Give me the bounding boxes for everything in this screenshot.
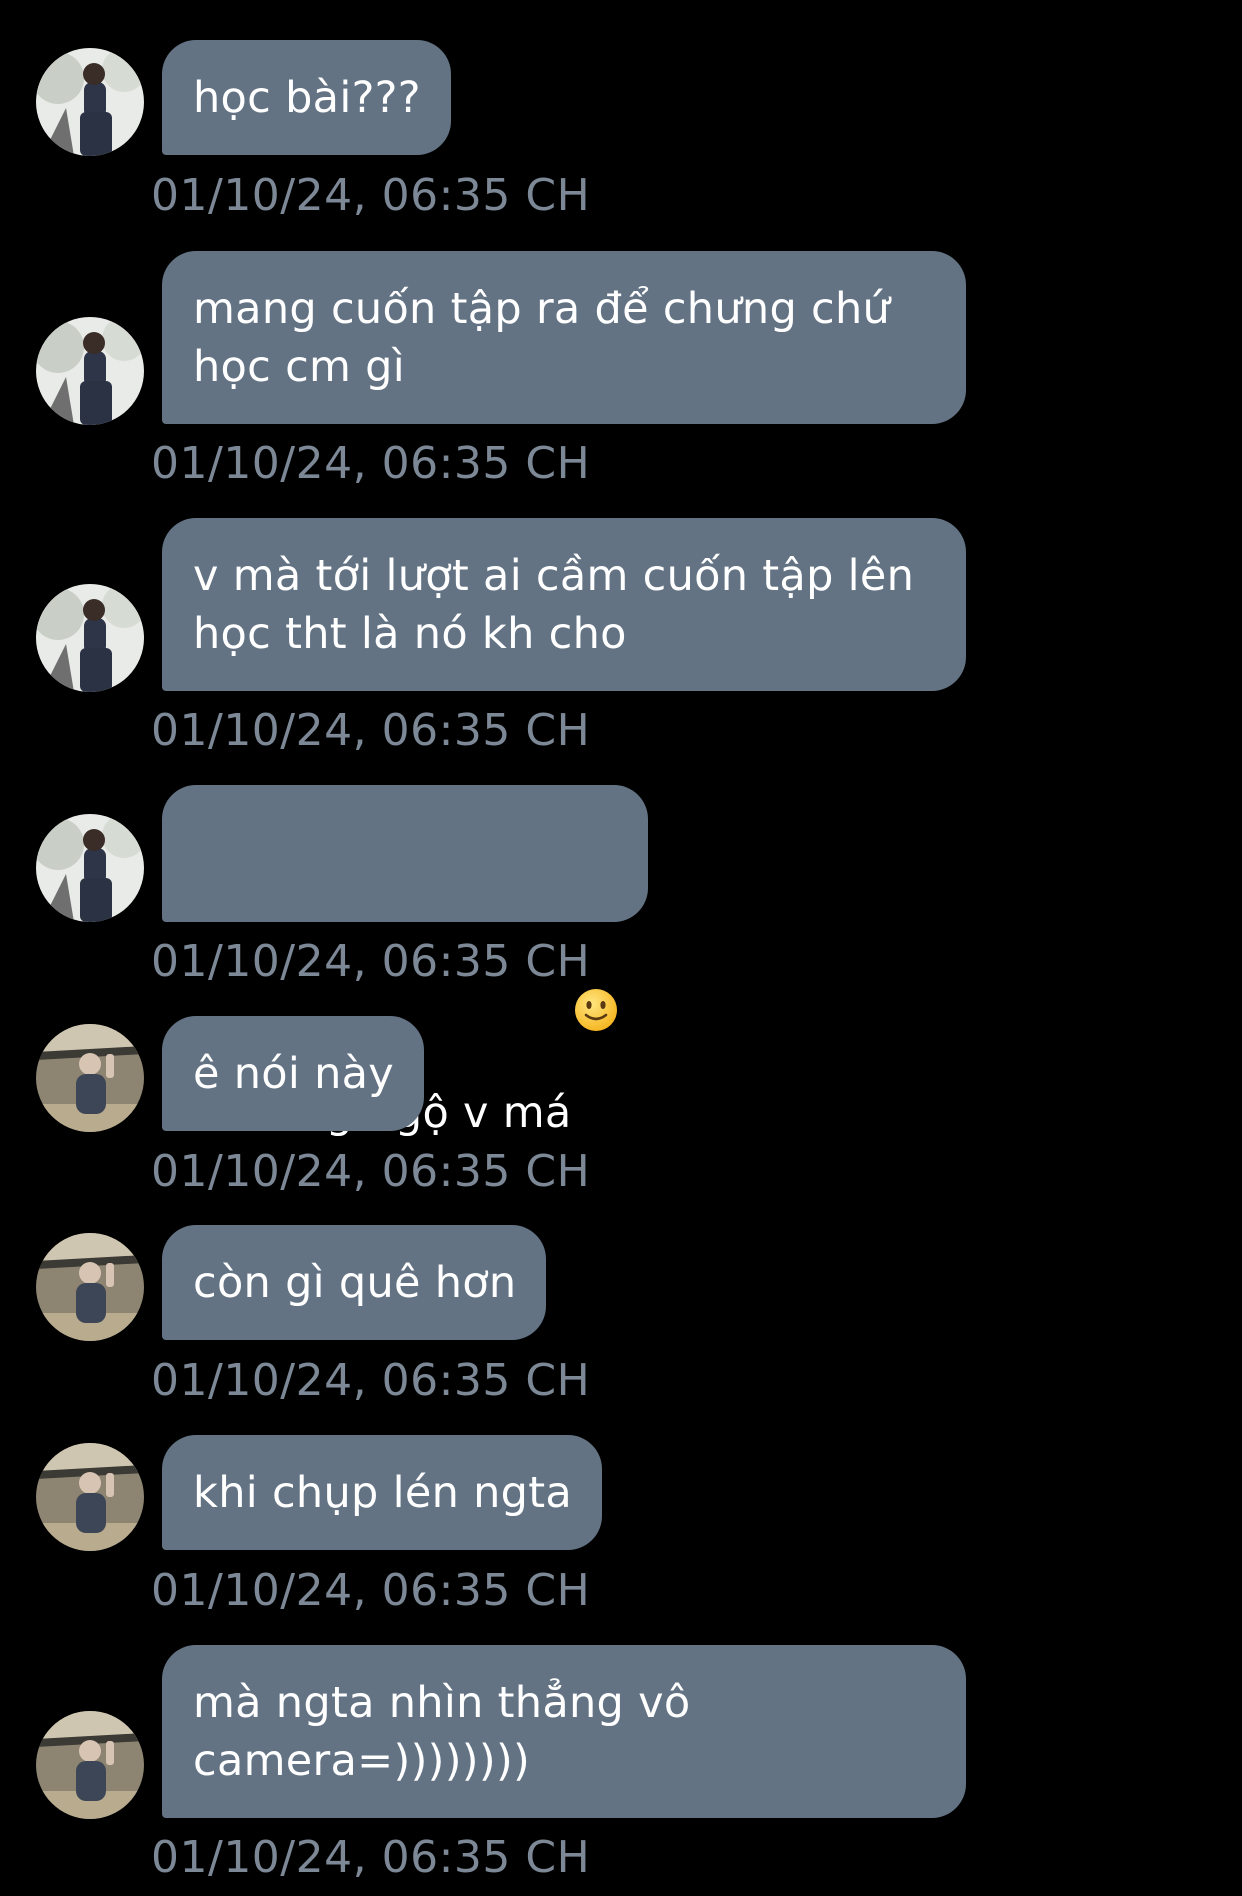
avatar[interactable] — [36, 317, 144, 425]
avatar[interactable] — [36, 1233, 144, 1341]
avatar[interactable] — [36, 1024, 144, 1132]
message-bubble[interactable]: v mà tới lượt ai cầm cuốn tập lên học th… — [162, 518, 966, 691]
avatar[interactable] — [36, 814, 144, 922]
message-timestamp: 01/10/24, 06:35 CH — [151, 170, 591, 221]
message-timestamp: 01/10/24, 06:35 CH — [151, 705, 591, 756]
message-bubble[interactable]: ê nói này — [162, 1016, 425, 1131]
message-bubble[interactable]: học bài??? — [162, 40, 451, 155]
message-timestamp: 01/10/24, 06:35 CH — [151, 438, 591, 489]
avatar[interactable] — [36, 1443, 144, 1551]
slightly-smiling-face-icon — [574, 872, 618, 1031]
avatar[interactable] — [36, 1711, 144, 1819]
message-bubble[interactable]: sống ngộ v má — [162, 785, 648, 1138]
message-timestamp: 01/10/24, 06:35 CH — [151, 1355, 591, 1406]
avatar[interactable] — [36, 48, 144, 156]
message-bubble[interactable]: mà ngta nhìn thẳng vô camera=)))))))) — [162, 1645, 966, 1818]
avatar[interactable] — [36, 584, 144, 692]
message-timestamp: 01/10/24, 06:35 CH — [151, 1565, 591, 1616]
message-bubble[interactable]: còn gì quê hơn — [162, 1225, 547, 1340]
message-timestamp: 01/10/24, 06:35 CH — [151, 936, 591, 987]
message-timestamp: 01/10/24, 06:35 CH — [151, 1832, 591, 1883]
message-bubble[interactable]: khi chụp lén ngta — [162, 1435, 603, 1550]
message-timestamp: 01/10/24, 06:35 CH — [151, 1146, 591, 1197]
message-bubble[interactable]: mang cuốn tập ra để chưng chứ học cm gì — [162, 251, 966, 424]
